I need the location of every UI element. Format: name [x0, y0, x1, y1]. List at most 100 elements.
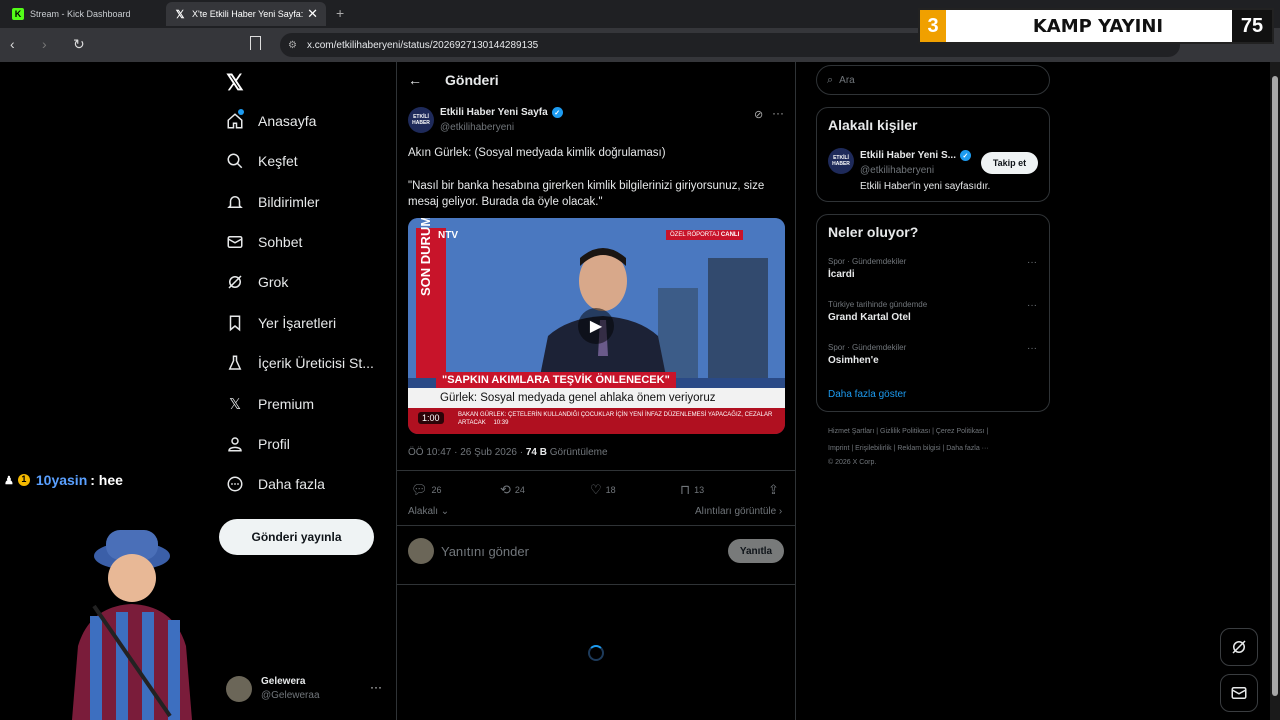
- share-action[interactable]: ⇪: [768, 482, 783, 498]
- tab-kick-dashboard[interactable]: K Stream - Kick Dashboard: [4, 2, 164, 26]
- video-subline: Gürlek: Sosyal medyada genel ahlaka önem…: [408, 388, 785, 408]
- divider: [397, 584, 795, 585]
- related-person-handle: @etkilihaberyeni: [860, 165, 935, 176]
- views-count: 74 B: [525, 447, 547, 458]
- follow-button[interactable]: Takip et: [981, 152, 1038, 174]
- bookmark-star-icon[interactable]: [250, 36, 261, 50]
- reply-action[interactable]: 💬︎ 26: [411, 482, 442, 498]
- more-icon[interactable]: ···: [1027, 343, 1037, 354]
- show-more-link[interactable]: Daha fazla göster: [828, 389, 906, 400]
- post-author-handle[interactable]: @etkilihaberyeni: [440, 122, 514, 133]
- grok-icon[interactable]: ⊘: [754, 108, 763, 121]
- overlay-title: KAMP YAYINI: [1032, 16, 1164, 37]
- sidebar-item-label: Premium: [258, 396, 315, 412]
- divider: [397, 470, 795, 471]
- new-tab-button[interactable]: +: [336, 5, 344, 21]
- chat-avatar-icon: ♟: [4, 474, 14, 487]
- related-person-bio: Etkili Haber'in yeni sayfasıdır.: [860, 181, 991, 192]
- like-action[interactable]: ♡ 18: [590, 482, 616, 498]
- grok-icon: [224, 271, 246, 293]
- related-dropdown[interactable]: Alakalı ⌄: [408, 506, 449, 517]
- sidebar-item-creator-studio[interactable]: İçerik Üreticisi St...: [224, 349, 374, 377]
- sidebar-item-label: Daha fazla: [258, 476, 325, 492]
- chat-message: ♟ 1 10yasin : hee: [4, 472, 123, 488]
- sidebar-item-label: Yer İşaretleri: [258, 315, 337, 331]
- sidebar-item-bookmarks[interactable]: Yer İşaretleri: [224, 309, 336, 337]
- trend-item[interactable]: Osimhen'e: [828, 355, 879, 366]
- sidebar-item-profile[interactable]: Profil: [224, 430, 290, 458]
- video-player[interactable]: SON DURUM NTV ÖZEL RÖPORTAJ CANLI ▶ "SAP…: [408, 218, 785, 434]
- x-logo-icon: 𝕏: [175, 8, 185, 21]
- more-icon[interactable]: ···: [1027, 257, 1037, 268]
- related-label: Alakalı: [408, 506, 439, 517]
- post-author-name[interactable]: Etkili Haber Yeni Sayfa ✓: [440, 107, 563, 118]
- sidebar-item-messages[interactable]: Sohbet: [224, 228, 302, 256]
- sidebar-item-premium[interactable]: 𝕏 Premium: [224, 390, 314, 418]
- bell-icon: [224, 191, 246, 213]
- sidebar-item-label: Profil: [258, 436, 290, 452]
- bookmark-action[interactable]: ⊓ 13: [680, 482, 704, 498]
- forward-icon[interactable]: ›: [42, 36, 47, 52]
- footer-links[interactable]: Hizmet Şartları | Gizlilik Politikası | …: [828, 428, 988, 435]
- more-icon[interactable]: ···: [772, 106, 784, 120]
- tab-x-post[interactable]: 𝕏 X'te Etkili Haber Yeni Sayfa: "A ✕: [166, 2, 326, 26]
- chat-text: : hee: [90, 472, 123, 488]
- account-name: Gelewera: [261, 676, 306, 687]
- repost-action[interactable]: ⟲ 24: [500, 482, 525, 498]
- sidebar-item-label: Bildirimler: [258, 194, 320, 210]
- view-quotes-link[interactable]: Alıntıları görüntüle ›: [695, 506, 782, 517]
- footer-links[interactable]: Imprint | Erişilebilirlik | Reklam bilgi…: [828, 445, 989, 452]
- sidebar-item-notifications[interactable]: Bildirimler: [224, 188, 319, 216]
- notification-dot: [238, 109, 244, 115]
- trend-item[interactable]: Grand Kartal Otel: [828, 312, 911, 323]
- page-title: Gönderi: [445, 72, 499, 88]
- streamer-avatar-image: [72, 530, 192, 720]
- sidebar-item-more[interactable]: Daha fazla: [224, 470, 325, 498]
- share-icon: ⇪: [768, 482, 779, 497]
- url-text: x.com/etkilihaberyeni/status/20269271301…: [306, 39, 539, 51]
- divider: [397, 525, 795, 526]
- messages-fab-icon[interactable]: [1220, 674, 1258, 712]
- post-button[interactable]: Gönderi yayınla: [219, 519, 374, 555]
- post-text-line: Akın Gürlek: (Sosyal medyada kimlik doğr…: [408, 147, 666, 159]
- scrollbar-thumb[interactable]: [1272, 76, 1278, 696]
- reload-icon[interactable]: ↻: [73, 36, 85, 53]
- account-switcher[interactable]: Gelewera @Geleweraa ···: [226, 674, 386, 704]
- kick-icon: K: [12, 8, 24, 20]
- sidebar-item-label: İçerik Üreticisi St...: [258, 355, 374, 371]
- play-icon[interactable]: ▶: [578, 308, 614, 344]
- search-input[interactable]: ⌕ Ara: [816, 65, 1050, 95]
- more-icon[interactable]: ···: [1027, 300, 1037, 311]
- video-ticker: BAKAN GÜRLEK: ÇETELERİN KULLANDIĞI ÇOCUK…: [408, 408, 785, 434]
- loading-spinner-icon: [588, 645, 604, 661]
- back-icon[interactable]: ‹: [10, 36, 15, 52]
- site-info-icon[interactable]: ⚙: [288, 40, 297, 51]
- card-title: Neler oluyor?: [828, 224, 919, 240]
- grok-fab-icon[interactable]: [1220, 628, 1258, 666]
- related-person-name[interactable]: Etkili Haber Yeni S... ✓: [860, 150, 971, 161]
- more-icon[interactable]: ···: [370, 680, 382, 694]
- post-timestamp[interactable]: ÖÖ 10:47 · 26 Şub 2026 ·: [408, 447, 526, 458]
- close-icon[interactable]: ✕: [307, 6, 318, 22]
- related-person-avatar[interactable]: ETKİLİ HABER: [828, 148, 854, 174]
- author-name-text: Etkili Haber Yeni Sayfa: [440, 107, 548, 118]
- overlay-right-number: 75: [1232, 10, 1272, 42]
- verified-badge-icon: ✓: [551, 107, 563, 118]
- post-author-avatar[interactable]: ETKİLİ HABER: [408, 107, 434, 133]
- chat-username: 10yasin: [35, 472, 88, 488]
- sidebar-item-explore[interactable]: Keşfet: [224, 147, 298, 175]
- x-logo-icon: 𝕏: [228, 396, 242, 413]
- bookmark-icon: [224, 312, 246, 334]
- x-logo-icon[interactable]: 𝕏: [226, 70, 244, 96]
- ticker-time: 10:39: [493, 420, 509, 426]
- bookmark-count: 13: [694, 485, 705, 495]
- back-arrow-icon[interactable]: ←: [408, 72, 422, 88]
- trend-item[interactable]: İcardi: [828, 269, 855, 280]
- search-placeholder: Ara: [839, 74, 855, 86]
- reply-input[interactable]: Yanıtını gönder: [441, 544, 529, 559]
- sidebar-item-grok[interactable]: Grok: [224, 268, 288, 296]
- account-handle: @Geleweraa: [261, 690, 320, 701]
- mail-icon: [224, 231, 246, 253]
- reply-button[interactable]: Yanıtla: [728, 539, 784, 563]
- views-label: Görüntüleme: [546, 447, 608, 458]
